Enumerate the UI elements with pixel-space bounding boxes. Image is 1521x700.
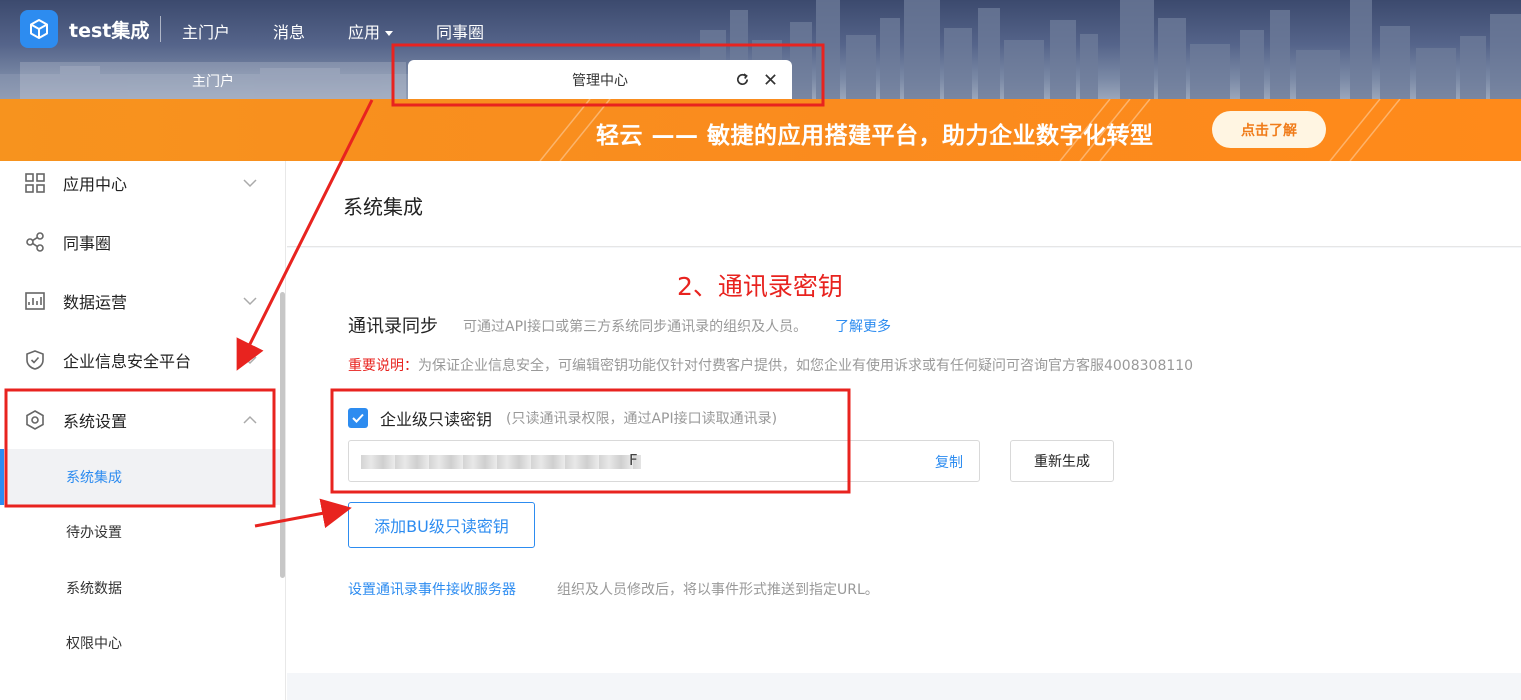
masked-key-value [361,455,641,469]
sidebar-item-label: 系统设置 [63,412,128,431]
key-visible-tail: F [629,451,638,469]
sidebar-item-label: 企业信息安全平台 [63,352,192,371]
chevron-down-icon [243,179,257,188]
enterprise-key-hint: (只读通讯录权限，通过API接口读取通讯录) [506,411,778,427]
cube-icon [30,19,48,39]
tab-portal[interactable]: 主门户 [20,62,406,99]
banner-headline: 轻云 —— 敏捷的应用搭建平台，助力企业数字化转型 [596,123,1154,149]
enterprise-key-label: 企业级只读密钥 [380,410,493,429]
sidebar-item-label: 数据运营 [63,293,128,312]
sidebar-item-system-settings[interactable]: 系统设置 [0,395,280,445]
sidebar-subitem-label: 待办设置 [66,525,122,541]
caret-down-icon [385,31,394,36]
sidebar-subitem-system-integration[interactable]: 系统集成 [0,449,280,505]
enterprise-key-row: 企业级只读密钥 (只读通讯录权限，通过API接口读取通讯录) [348,407,777,429]
grid-icon [25,173,45,193]
tab-admin-center[interactable]: 管理中心 [408,60,792,99]
nav-item-apps-label: 应用 [348,23,381,42]
nav-divider [160,16,161,42]
chart-icon [25,292,45,310]
app-logo[interactable] [20,10,58,48]
sidebar-subitem-todo-settings[interactable]: 待办设置 [0,504,280,560]
tab-portal-label: 主门户 [192,73,234,90]
chevron-down-icon [243,356,257,365]
sidebar-item-colleagues[interactable]: 同事圈 [0,217,280,267]
important-notice: 重要说明：为保证企业信息安全，可编辑密钥功能仅针对付费客户提供，如您企业有使用诉… [348,355,1193,375]
page-title: 系统集成 [343,195,423,219]
main-panel: 系统集成 2、通讯录密钥 通讯录同步 可通过API接口或第三方系统同步通讯录的组… [287,161,1521,700]
sidebar-subitem-permission-center[interactable]: 权限中心 [0,615,280,671]
nav-item-colleagues[interactable]: 同事圈 [436,19,484,43]
section-description: 可通过API接口或第三方系统同步通讯录的组织及人员。 [463,319,808,335]
nav-item-messages[interactable]: 消息 [273,19,305,43]
sidebar-subitem-label: 系统集成 [66,470,122,486]
main-header: 系统集成 [287,161,1521,247]
hexagon-settings-icon [26,410,44,430]
close-icon[interactable] [764,73,777,86]
share-icon [26,232,44,252]
refresh-icon[interactable] [735,72,750,87]
sidebar-scrollbar[interactable] [280,292,285,578]
active-indicator [0,449,4,505]
copy-button[interactable]: 复制 [935,452,963,472]
integration-content: 2、通讯录密钥 通讯录同步 可通过API接口或第三方系统同步通讯录的组织及人员。… [287,248,1521,673]
promo-banner: 轻云 —— 敏捷的应用搭建平台，助力企业数字化转型 点击了解 [0,99,1521,161]
app-name: test集成 [69,20,150,42]
add-bu-key-button[interactable]: 添加BU级只读密钥 [348,502,535,548]
sidebar-subitem-label: 系统数据 [66,581,122,597]
nav-item-apps[interactable]: 应用 [348,19,394,43]
sidebar: 应用中心 同事圈 数据运营 企业信息安全平台 系统设置 系统集成 待办设置 系统… [0,161,286,700]
top-header: test集成 主门户 消息 应用 同事圈 主门户 管理中心 [0,0,1521,99]
sidebar-item-label: 应用中心 [63,175,128,194]
sidebar-subitem-label: 权限中心 [66,636,122,652]
chevron-up-icon [243,415,257,424]
annotation-title: 2、通讯录密钥 [677,272,843,301]
learn-more-link[interactable]: 了解更多 [835,316,891,336]
event-server-link[interactable]: 设置通讯录事件接收服务器 [348,579,516,599]
chevron-down-icon [243,297,257,306]
section-title: 通讯录同步 [348,316,438,337]
sidebar-item-security[interactable]: 企业信息安全平台 [0,335,280,385]
event-server-description: 组织及人员修改后，将以事件形式推送到指定URL。 [557,582,879,598]
learn-more-button[interactable]: 点击了解 [1212,111,1326,148]
checkmark-icon [352,413,364,423]
notice-text: 为保证企业信息安全，可编辑密钥功能仅针对付费客户提供，如您企业有使用诉求或有任何… [418,358,1194,374]
secret-key-field[interactable]: F 复制 [348,440,980,482]
sidebar-item-label: 同事圈 [63,234,112,253]
shield-icon [26,350,44,370]
sidebar-item-data-ops[interactable]: 数据运营 [0,276,280,326]
notice-label: 重要说明： [348,358,418,374]
enterprise-key-checkbox[interactable] [348,408,368,428]
regenerate-button[interactable]: 重新生成 [1010,440,1114,482]
sidebar-item-app-center[interactable]: 应用中心 [0,158,280,208]
nav-item-portal[interactable]: 主门户 [182,19,230,43]
tab-admin-label: 管理中心 [572,72,628,89]
sidebar-subitem-system-data[interactable]: 系统数据 [0,560,280,616]
